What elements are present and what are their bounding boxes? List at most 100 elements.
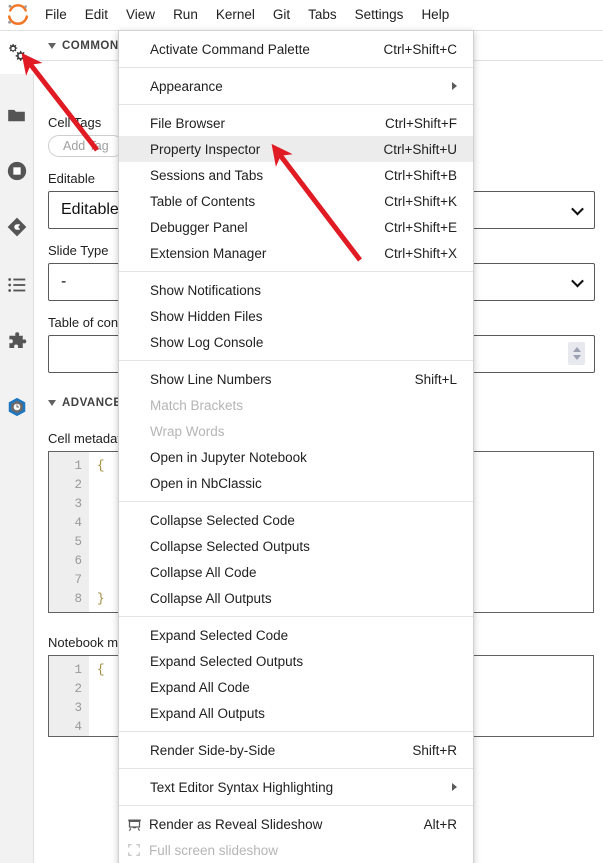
menu-item-shortcut: Ctrl+Shift+U (365, 142, 457, 157)
menu-item-label: Match Brackets (119, 398, 457, 413)
menu-separator (119, 731, 473, 732)
jupyterlab-window: FileEditViewRunKernelGitTabsSettingsHelp (0, 0, 603, 863)
menu-item-shortcut: Ctrl+Shift+K (366, 194, 457, 209)
view-menu-dropdown[interactable]: Activate Command PaletteCtrl+Shift+C Appe… (118, 30, 474, 863)
menu-item-collapse-selected-outputs[interactable]: Collapse Selected Outputs (119, 533, 473, 559)
menu-item-debugger-panel[interactable]: Debugger PanelCtrl+Shift+E (119, 214, 473, 240)
menu-separator (119, 67, 473, 68)
menu-item-label: Debugger Panel (119, 220, 366, 235)
menu-item-label: Expand All Code (119, 680, 457, 695)
menu-separator (119, 616, 473, 617)
menu-item-shortcut: Ctrl+Shift+B (366, 168, 457, 183)
sidebar-item-git-panel[interactable] (0, 206, 33, 248)
menu-item-sessions-and-tabs[interactable]: Sessions and TabsCtrl+Shift+B (119, 162, 473, 188)
jupyter-logo-icon (0, 0, 36, 30)
menubar-item-run[interactable]: Run (164, 0, 207, 30)
menubar-item-git[interactable]: Git (264, 0, 299, 30)
menu-item-label: Render Side-by-Side (119, 743, 394, 758)
hexagon-icon (6, 396, 28, 418)
menubar-item-help[interactable]: Help (412, 0, 458, 30)
menu-item-property-inspector[interactable]: Property InspectorCtrl+Shift+U (119, 136, 473, 162)
menu-item-collapse-selected-code[interactable]: Collapse Selected Code (119, 507, 473, 533)
menu-item-label: Show Notifications (119, 283, 457, 298)
sidebar-item-jupyterlab-hex[interactable] (0, 386, 33, 428)
menu-item-shortcut: Ctrl+Shift+F (367, 116, 457, 131)
menu-item-match-brackets: Match Brackets (119, 392, 473, 418)
stop-circle-icon (6, 160, 28, 182)
menu-item-label: File Browser (119, 116, 367, 131)
menu-separator (119, 768, 473, 769)
menu-item-render-as-reveal-slideshow[interactable]: Render as Reveal SlideshowAlt+R (119, 811, 473, 837)
fullscreen-icon (119, 843, 149, 857)
menubar-item-kernel[interactable]: Kernel (207, 0, 264, 30)
menu-item-shortcut: Ctrl+Shift+C (365, 42, 457, 57)
menubar-item-edit[interactable]: Edit (76, 0, 117, 30)
sidebar-item-running-terminals[interactable] (0, 150, 33, 192)
number-stepper[interactable] (568, 342, 585, 365)
menu-item-expand-all-code[interactable]: Expand All Code (119, 674, 473, 700)
sidebar-item-extension-manager[interactable] (0, 322, 33, 364)
menu-item-label: Collapse Selected Outputs (119, 539, 457, 554)
menu-item-label: Expand Selected Outputs (119, 654, 457, 669)
stepper-up-icon[interactable] (573, 347, 581, 352)
menu-item-appearance[interactable]: Appearance (119, 73, 473, 99)
menu-item-text-editor-syntax-highlighting[interactable]: Text Editor Syntax Highlighting (119, 774, 473, 800)
menu-item-expand-all-outputs[interactable]: Expand All Outputs (119, 700, 473, 726)
menu-item-shortcut: Shift+R (394, 743, 457, 758)
menu-item-activate-command-palette[interactable]: Activate Command PaletteCtrl+Shift+C (119, 36, 473, 62)
gears-icon (6, 41, 28, 63)
menu-item-shortcut: Shift+L (397, 372, 457, 387)
menu-item-label: Appearance (119, 79, 442, 94)
menu-item-label: Text Editor Syntax Highlighting (119, 780, 442, 795)
menubar-item-settings[interactable]: Settings (346, 0, 413, 30)
menu-item-label: Collapse All Outputs (119, 591, 457, 606)
menu-item-open-in-nbclassic[interactable]: Open in NbClassic (119, 470, 473, 496)
menu-item-label: Table of Contents (119, 194, 366, 209)
menu-item-label: Full screen slideshow (149, 843, 457, 858)
menu-item-show-notifications[interactable]: Show Notifications (119, 277, 473, 303)
list-icon (6, 274, 28, 296)
slideshow-icon (119, 817, 149, 832)
menu-item-show-line-numbers[interactable]: Show Line NumbersShift+L (119, 366, 473, 392)
menu-item-table-of-contents[interactable]: Table of ContentsCtrl+Shift+K (119, 188, 473, 214)
editable-select-value: Editable (49, 201, 119, 219)
chevron-down-icon (48, 43, 56, 49)
common-section-title: COMMON (62, 40, 119, 52)
menubar-item-file[interactable]: File (36, 0, 76, 30)
sidebar-item-table-of-contents[interactable] (0, 264, 33, 306)
chevron-down-icon (571, 203, 584, 216)
chevron-down-icon (48, 400, 56, 406)
menu-item-wrap-words: Wrap Words (119, 418, 473, 444)
menu-item-open-in-jupyter-notebook[interactable]: Open in Jupyter Notebook (119, 444, 473, 470)
menu-item-extension-manager[interactable]: Extension ManagerCtrl+Shift+X (119, 240, 473, 266)
line-number-gutter: 1234 (49, 656, 89, 736)
stepper-down-icon[interactable] (573, 355, 581, 360)
menu-item-collapse-all-outputs[interactable]: Collapse All Outputs (119, 585, 473, 611)
chevron-right-icon (452, 82, 457, 90)
slide-type-select-value: - (49, 273, 66, 291)
menu-item-render-side-by-side[interactable]: Render Side-by-SideShift+R (119, 737, 473, 763)
chevron-right-icon (452, 783, 457, 791)
chevron-down-icon (571, 275, 584, 288)
menu-item-expand-selected-outputs[interactable]: Expand Selected Outputs (119, 648, 473, 674)
sidebar-item-file-browser[interactable] (0, 94, 33, 136)
menu-item-expand-selected-code[interactable]: Expand Selected Code (119, 622, 473, 648)
menu-item-show-log-console[interactable]: Show Log Console (119, 329, 473, 355)
menu-item-label: Open in Jupyter Notebook (119, 450, 457, 465)
menu-separator (119, 104, 473, 105)
add-tag-chip[interactable]: Add Tag (48, 135, 124, 157)
menu-separator (119, 805, 473, 806)
menu-bar: FileEditViewRunKernelGitTabsSettingsHelp (0, 0, 603, 31)
menu-item-show-hidden-files[interactable]: Show Hidden Files (119, 303, 473, 329)
menu-separator (119, 271, 473, 272)
menu-item-shortcut: Alt+R (406, 817, 457, 832)
menu-item-label: Show Log Console (119, 335, 457, 350)
menubar-item-tabs[interactable]: Tabs (299, 0, 346, 30)
menu-item-collapse-all-code[interactable]: Collapse All Code (119, 559, 473, 585)
sidebar-item-property-inspector[interactable] (0, 30, 34, 74)
menu-item-label: Collapse All Code (119, 565, 457, 580)
menu-item-file-browser[interactable]: File BrowserCtrl+Shift+F (119, 110, 473, 136)
menu-item-label: Collapse Selected Code (119, 513, 457, 528)
menu-item-label: Property Inspector (119, 142, 365, 157)
menubar-item-view[interactable]: View (117, 0, 164, 30)
